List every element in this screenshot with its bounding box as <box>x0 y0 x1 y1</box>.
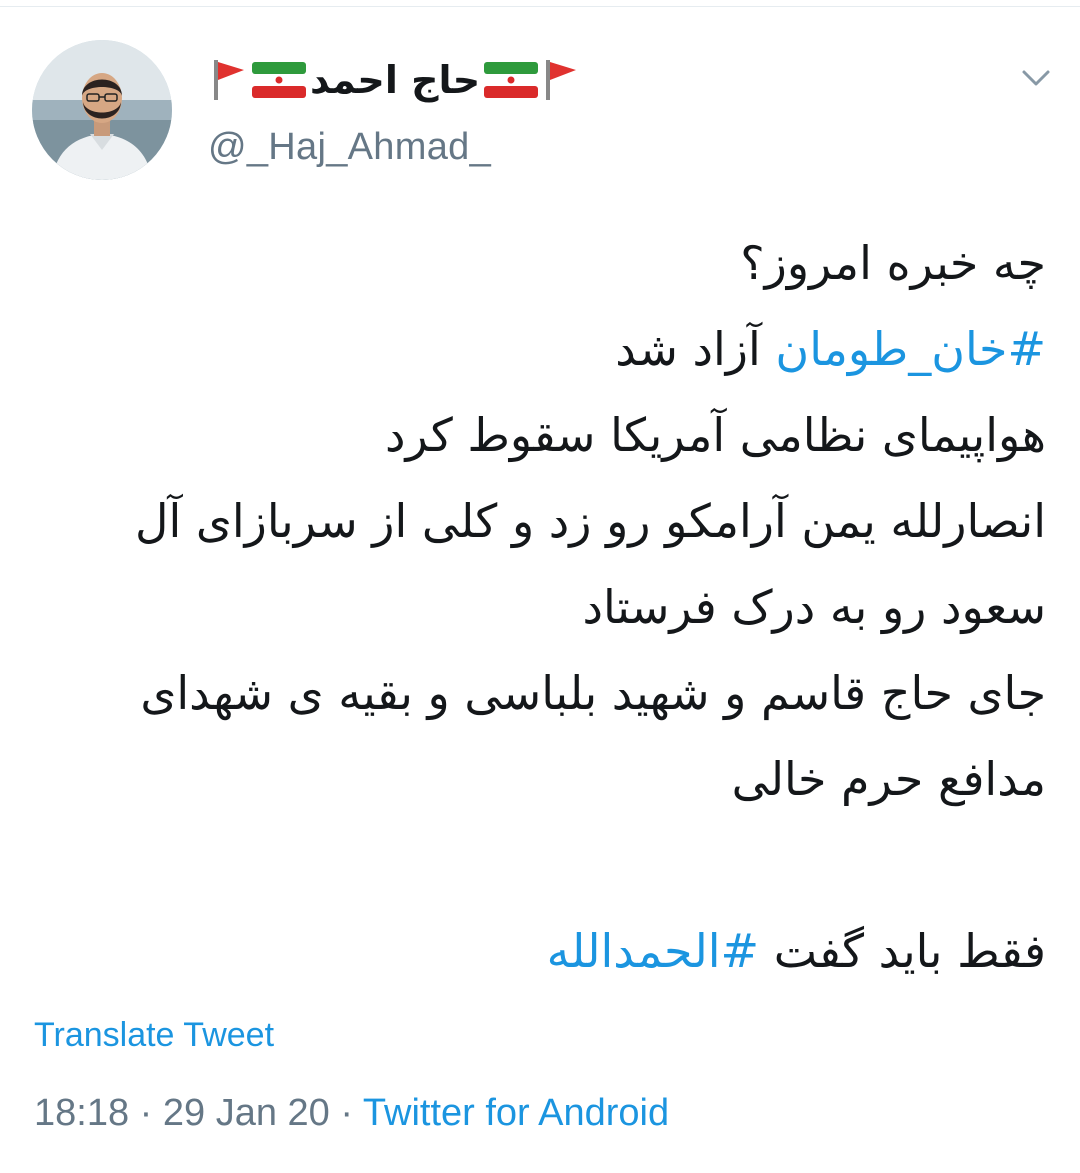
red-flag-icon <box>546 60 577 100</box>
avatar[interactable] <box>32 40 172 180</box>
top-divider <box>0 6 1080 7</box>
tweet-line-text: فقط باید گفت <box>759 924 1046 978</box>
tweet-line: هواپیمای نظامی آمریکا سقوط کرد <box>384 408 1046 462</box>
tweet-date: 29 Jan 20 <box>162 1092 330 1134</box>
display-name-row: حاج احمد <box>208 50 582 110</box>
tweet-time: 18:18 <box>34 1092 130 1134</box>
tweet-line: جای حاج قاسم و شهید بلباسی و بقیه ی شهدا… <box>140 666 1046 720</box>
tweet-line: #خان_طومان آزاد شد <box>36 306 1046 392</box>
tweet-line: فقط باید گفت #الحمدالله <box>36 908 1046 994</box>
tweet-line: مدافع حرم خالی <box>731 752 1046 806</box>
translate-tweet-link[interactable]: Translate Tweet <box>34 1016 274 1055</box>
tweet-source-link[interactable]: Twitter for Android <box>363 1092 669 1134</box>
display-name: حاج احمد <box>310 58 481 102</box>
tweet-author[interactable]: حاج احمد @_Haj_Ahmad_ <box>208 50 582 169</box>
hashtag-link[interactable]: #خان_طومان <box>775 322 1046 376</box>
avatar-image <box>32 40 172 180</box>
meta-separator: · <box>129 1092 163 1134</box>
tweet-line: انصارلله یمن آرامکو رو زد و کلی از سرباز… <box>135 494 1046 548</box>
tweet-meta: 18:18 · 29 Jan 20 · Twitter for Android <box>34 1092 669 1135</box>
tweet-line-text: آزاد شد <box>615 322 776 376</box>
iran-flag-icon <box>252 62 306 98</box>
user-handle: @_Haj_Ahmad_ <box>208 126 491 168</box>
red-flag-icon <box>214 60 244 100</box>
meta-separator: · <box>329 1092 363 1134</box>
chevron-down-icon[interactable] <box>1018 66 1054 90</box>
hashtag-link[interactable]: #الحمدالله <box>547 924 759 978</box>
tweet-text: چه خبره امروز؟ #خان_طومان آزاد شد هواپیم… <box>36 220 1046 994</box>
tweet-line: چه خبره امروز؟ <box>740 236 1046 290</box>
tweet-line: سعود رو به درک فرستاد <box>582 580 1046 634</box>
iran-flag-icon <box>484 62 539 98</box>
